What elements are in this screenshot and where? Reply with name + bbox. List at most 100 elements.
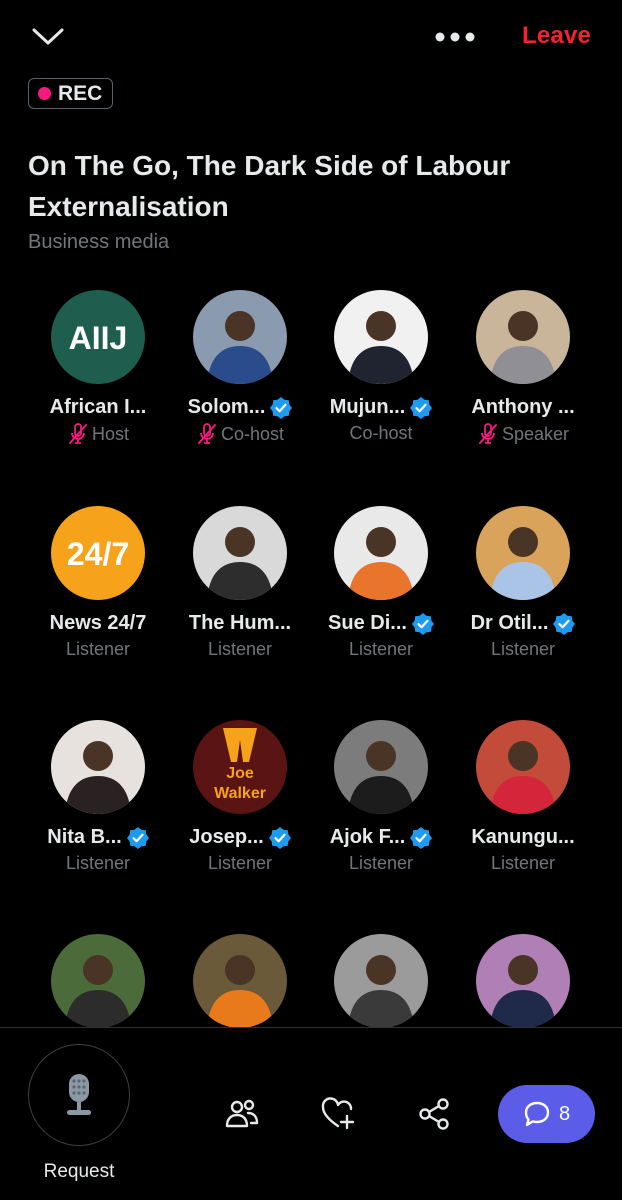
participant-name: Sue Di... — [328, 612, 407, 634]
participant-role: Listener — [207, 639, 273, 659]
avatar[interactable] — [476, 720, 570, 814]
participant-role: Listener — [348, 853, 414, 873]
participant-name-row: Sue Di... — [306, 612, 456, 635]
mic-off-icon — [478, 423, 497, 444]
comments-count: 8 — [558, 1102, 571, 1125]
participant-card[interactable]: The Hum... Listener — [165, 506, 315, 660]
participant-card[interactable]: AIIJ African I... Host — [23, 290, 173, 445]
collapse-button[interactable] — [28, 20, 68, 54]
more-icon — [435, 32, 475, 42]
bottom-bar: Request 8 — [0, 1028, 622, 1200]
participant-card[interactable]: Mujun... Co-host — [306, 290, 456, 444]
participant-card[interactable]: Ajok F... Listener — [306, 720, 456, 874]
verified-badge-icon — [410, 826, 433, 849]
avatar[interactable] — [334, 720, 428, 814]
verified-badge-icon — [553, 612, 576, 635]
svg-text:AIIJ: AIIJ — [69, 320, 128, 356]
participant-role-row: Co-host — [306, 423, 456, 444]
avatar[interactable] — [476, 934, 570, 1028]
participant-role-row: Listener — [23, 853, 173, 874]
participant-name: Nita B... — [47, 826, 122, 848]
avatar[interactable] — [334, 290, 428, 384]
participant-card[interactable]: Sue Di... Listener — [306, 506, 456, 660]
participant-card[interactable]: Kanungu... Listener — [448, 720, 598, 874]
space-subtitle: Business media — [28, 231, 170, 253]
participant-role: Listener — [65, 639, 131, 659]
participant-name: Ajok F... — [329, 826, 406, 848]
participant-name: Dr Otil... — [470, 612, 549, 634]
participant-role: Listener — [490, 853, 556, 873]
chevron-down-icon — [32, 28, 64, 45]
comments-button[interactable]: 8 — [498, 1085, 595, 1143]
space-title: On The Go, The Dark Side of Labour Exter… — [28, 150, 511, 222]
avatar[interactable] — [334, 934, 428, 1028]
participant-card[interactable]: Joe Walker Josep... Listener — [165, 720, 315, 874]
avatar[interactable] — [476, 290, 570, 384]
avatar[interactable] — [193, 290, 287, 384]
svg-text:24/7: 24/7 — [67, 536, 129, 572]
participant-card[interactable] — [306, 934, 456, 1028]
participant-role-row: Listener — [23, 639, 173, 660]
participant-role-row: Listener — [448, 639, 598, 660]
recording-dot-icon — [38, 87, 51, 100]
participant-name: Kanungu... — [471, 826, 575, 848]
share-button[interactable] — [416, 1096, 452, 1132]
participant-card[interactable]: 24/7 News 24/7 Listener — [23, 506, 173, 660]
avatar[interactable]: 24/7 — [51, 506, 145, 600]
participant-name-row: Josep... — [165, 826, 315, 849]
more-options-button[interactable] — [430, 22, 480, 52]
participant-name-row: Mujun... — [306, 396, 456, 419]
participant-role: Listener — [65, 853, 131, 873]
request-mic-button[interactable] — [28, 1044, 130, 1146]
participant-name: News 24/7 — [49, 612, 147, 634]
react-button[interactable] — [320, 1096, 356, 1132]
avatar[interactable] — [193, 506, 287, 600]
participant-name: Anthony ... — [471, 396, 575, 418]
participant-role-row: Listener — [448, 853, 598, 874]
avatar[interactable]: AIIJ — [51, 290, 145, 384]
recording-badge: REC — [28, 78, 114, 109]
svg-text:Joe: Joe — [226, 765, 254, 782]
leave-button[interactable]: Leave — [522, 22, 591, 50]
participant-role-row: Co-host — [165, 423, 315, 445]
avatar[interactable] — [334, 506, 428, 600]
avatar[interactable] — [51, 934, 145, 1028]
participant-role-row: Listener — [306, 853, 456, 874]
participant-name-row: Kanungu... — [448, 826, 598, 849]
participant-card[interactable] — [23, 934, 173, 1028]
participant-card[interactable] — [448, 934, 598, 1028]
participant-name-row: Anthony ... — [448, 396, 598, 419]
verified-badge-icon — [411, 612, 434, 635]
recording-label: REC — [58, 81, 103, 105]
participant-role: Listener — [490, 639, 556, 659]
avatar[interactable] — [193, 934, 287, 1028]
avatar[interactable]: Joe Walker — [193, 720, 287, 814]
participant-role: Speaker — [501, 423, 570, 444]
participant-card[interactable]: Nita B... Listener — [23, 720, 173, 874]
participant-name: African I... — [49, 396, 147, 418]
participant-role: Host — [91, 423, 129, 444]
participant-name-row: The Hum... — [165, 612, 315, 635]
verified-badge-icon — [410, 396, 433, 419]
participant-card[interactable]: Anthony ... Speaker — [448, 290, 598, 445]
avatar[interactable] — [476, 506, 570, 600]
participant-card[interactable] — [165, 934, 315, 1028]
participant-role: Listener — [348, 639, 414, 659]
participant-role-row: Listener — [165, 853, 315, 874]
participant-name: Mujun... — [329, 396, 406, 418]
participant-name: Josep... — [189, 826, 264, 848]
participant-name-row: News 24/7 — [23, 612, 173, 635]
verified-badge-icon — [268, 826, 291, 849]
participant-name-row: Ajok F... — [306, 826, 456, 849]
participant-role-row: Listener — [165, 639, 315, 660]
people-button[interactable] — [224, 1096, 260, 1132]
participant-card[interactable]: Dr Otil... Listener — [448, 506, 598, 660]
participant-name-row: Nita B... — [23, 826, 173, 849]
participant-role-row: Listener — [306, 639, 456, 660]
participant-card[interactable]: Solom... Co-host — [165, 290, 315, 445]
svg-text:Walker: Walker — [214, 785, 266, 802]
participant-role: Co-host — [220, 423, 285, 444]
participant-name: Solom... — [187, 396, 266, 418]
avatar[interactable] — [51, 720, 145, 814]
participant-role-row: Host — [23, 423, 173, 445]
